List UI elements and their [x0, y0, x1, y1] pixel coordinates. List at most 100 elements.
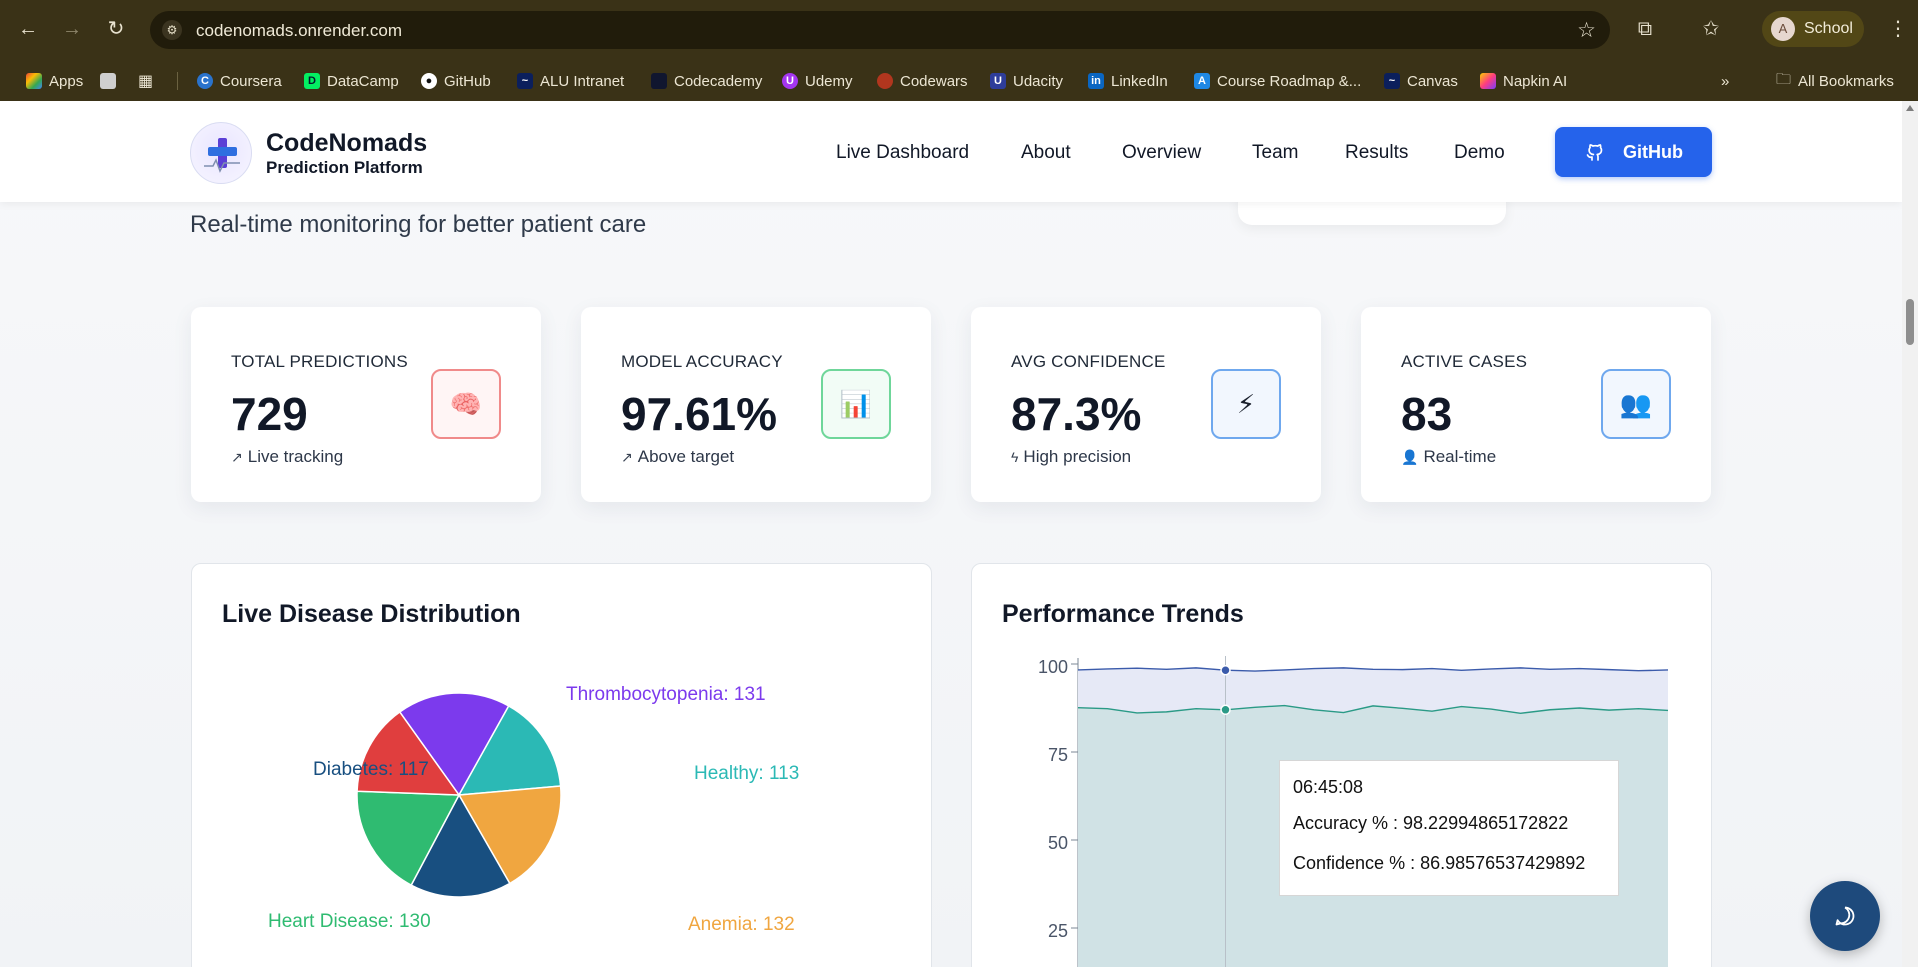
- tooltip-accuracy: Accuracy % : 98.22994865172822: [1293, 813, 1569, 833]
- udemy-icon: U: [782, 73, 798, 89]
- bookmark-label: Codecademy: [674, 72, 763, 90]
- stat-note-text: Live tracking: [247, 447, 344, 466]
- codecademy-icon: [651, 73, 667, 89]
- profile-chip[interactable]: A School: [1762, 11, 1864, 47]
- bookmark-label: GitHub: [444, 72, 491, 90]
- profile-name: School: [1804, 20, 1853, 37]
- hero-subtitle: Real-time monitoring for better patient …: [190, 211, 647, 238]
- disease-distribution-panel: Live Disease Distribution Thrombocytopen…: [191, 563, 932, 967]
- bookmark-canvas[interactable]: ~ Canvas: [1384, 70, 1458, 92]
- brand-title[interactable]: CodeNomads: [266, 129, 427, 158]
- address-bar[interactable]: ⚙ codenomads.onrender.com ☆: [150, 11, 1610, 49]
- bookmark-label: Apps: [49, 72, 84, 90]
- forward-arrow-icon[interactable]: →: [58, 15, 86, 43]
- apps-grid-icon: [26, 73, 42, 89]
- pie-label-thrombocytopenia: Thrombocytopenia: 131: [566, 684, 766, 705]
- bookmark-datacamp[interactable]: D DataCamp: [304, 70, 399, 92]
- bookmark-label: LinkedIn: [1111, 72, 1168, 90]
- stat-note: ϟ High precision: [1011, 447, 1131, 467]
- all-bookmarks-folder[interactable]: 🗀 All Bookmarks: [1776, 70, 1894, 92]
- reload-icon[interactable]: ↻: [102, 15, 130, 43]
- github-button[interactable]: GitHub: [1555, 127, 1712, 177]
- bookmark-github[interactable]: ● GitHub: [421, 70, 491, 92]
- bookmark-linkedin[interactable]: in LinkedIn: [1088, 70, 1168, 92]
- bookmark-coursera[interactable]: C Coursera: [197, 70, 282, 92]
- stat-note-text: High precision: [1023, 447, 1132, 466]
- github-icon: [1586, 144, 1603, 161]
- pie-label-heart-disease: Heart Disease: 130: [268, 911, 431, 932]
- site-settings-icon[interactable]: ⚙: [162, 20, 182, 40]
- nav-team[interactable]: Team: [1252, 142, 1298, 164]
- url-text[interactable]: codenomads.onrender.com: [196, 21, 402, 41]
- tooltip-confidence: Confidence % : 86.98576537429892: [1293, 853, 1586, 873]
- bookmark-label: ALU Intranet: [540, 72, 625, 90]
- trending-up-icon: ↗: [231, 448, 243, 465]
- stat-card-model-accuracy: MODEL ACCURACY 97.61% ↗ Above target 📊: [581, 307, 931, 502]
- y-tick-label: 75: [1047, 745, 1068, 765]
- napkin-ai-icon: [1480, 73, 1496, 89]
- bookmarks-overflow-icon[interactable]: »: [1721, 70, 1729, 92]
- chat-icon: [1835, 906, 1855, 926]
- page-scrollbar[interactable]: [1902, 101, 1918, 967]
- pie-label-diabetes: Diabetes: 117: [313, 759, 429, 780]
- bookmark-label: Udacity: [1013, 72, 1064, 90]
- coursera-icon: C: [197, 73, 213, 89]
- stat-value: 87.3%: [1011, 388, 1142, 440]
- back-arrow-icon[interactable]: ←: [14, 15, 42, 43]
- folder-icon: 🗀: [1776, 70, 1792, 88]
- bookmark-codewars[interactable]: Codewars: [877, 70, 968, 92]
- nav-about[interactable]: About: [1021, 142, 1071, 164]
- logo[interactable]: [190, 122, 252, 184]
- nav-demo[interactable]: Demo: [1454, 142, 1505, 164]
- tooltip-time: 06:45:08: [1293, 777, 1364, 797]
- codewars-icon: [877, 73, 893, 89]
- accuracy-hover-point: [1220, 664, 1231, 676]
- trending-up-icon: ↗: [621, 448, 633, 465]
- tab-groups-icon[interactable]: [100, 70, 123, 92]
- pie-chart: [356, 692, 562, 898]
- bookmark-star-icon[interactable]: ☆: [1577, 18, 1596, 43]
- bookmark-label: DataCamp: [327, 72, 399, 90]
- stat-card-total-predictions: TOTAL PREDICTIONS 729 ↗ Live tracking 🧠: [191, 307, 541, 502]
- bookmark-udacity[interactable]: U Udacity: [990, 70, 1063, 92]
- bookmark-course-roadmap[interactable]: A Course Roadmap &...: [1194, 70, 1361, 92]
- bookmark-label: Udemy: [805, 72, 853, 90]
- page-viewport: Real-time monitoring for better patient …: [0, 101, 1902, 967]
- linkedin-icon: in: [1088, 73, 1104, 89]
- bookmark-apps[interactable]: Apps: [26, 70, 83, 92]
- nav-live-dashboard[interactable]: Live Dashboard: [836, 142, 969, 164]
- stat-note-text: Real-time: [1423, 447, 1497, 466]
- bookmark-label: Codewars: [900, 72, 968, 90]
- scroll-up-arrow-icon[interactable]: [1906, 105, 1914, 111]
- course-roadmap-icon: A: [1194, 73, 1210, 89]
- bookmark-separator: [177, 72, 178, 90]
- stat-card-active-cases: ACTIVE CASES 83 👤 Real-time 👥: [1361, 307, 1711, 502]
- bookmark-napkin-ai[interactable]: Napkin AI: [1480, 70, 1567, 92]
- bookmarks-bar: Apps ▦ C Coursera D DataCamp ● GitHub ~ …: [0, 60, 1918, 101]
- canvas-icon: ~: [1384, 73, 1400, 89]
- lightning-icon: ⚡: [1211, 369, 1281, 439]
- browser-menu-icon[interactable]: ⋮: [1888, 16, 1908, 41]
- stat-label: MODEL ACCURACY: [621, 352, 783, 371]
- grid-icon[interactable]: ▦: [138, 70, 153, 92]
- users-icon: 👤: [1401, 448, 1419, 465]
- people-icon: 👥: [1601, 369, 1671, 439]
- zap-icon: ϟ: [1011, 449, 1019, 465]
- bookmark-codecademy[interactable]: Codecademy: [651, 70, 762, 92]
- chat-button[interactable]: [1810, 881, 1880, 951]
- nav-results[interactable]: Results: [1345, 142, 1408, 164]
- browser-chrome: ← → ↻ ⚙ codenomads.onrender.com ☆ ⧉ ✩ A …: [0, 0, 1918, 101]
- y-tick-label: 50: [1047, 833, 1068, 853]
- extensions-icon[interactable]: ⧉: [1630, 14, 1660, 44]
- stat-note: ↗ Live tracking: [231, 447, 343, 467]
- bookmark-alu-intranet[interactable]: ~ ALU Intranet: [517, 70, 624, 92]
- bookmark-label: All Bookmarks: [1798, 72, 1894, 90]
- nav-overview[interactable]: Overview: [1122, 142, 1201, 164]
- scroll-thumb[interactable]: [1906, 299, 1914, 345]
- bookmark-udemy[interactable]: U Udemy: [782, 70, 853, 92]
- performance-trends-panel: Performance Trends 100 75 50 25 06:45:08…: [971, 563, 1712, 967]
- bookmarks-manager-icon[interactable]: ✩: [1696, 14, 1726, 44]
- stat-note: 👤 Real-time: [1401, 447, 1496, 467]
- brain-icon: 🧠: [431, 369, 501, 439]
- stat-value: 729: [231, 388, 308, 440]
